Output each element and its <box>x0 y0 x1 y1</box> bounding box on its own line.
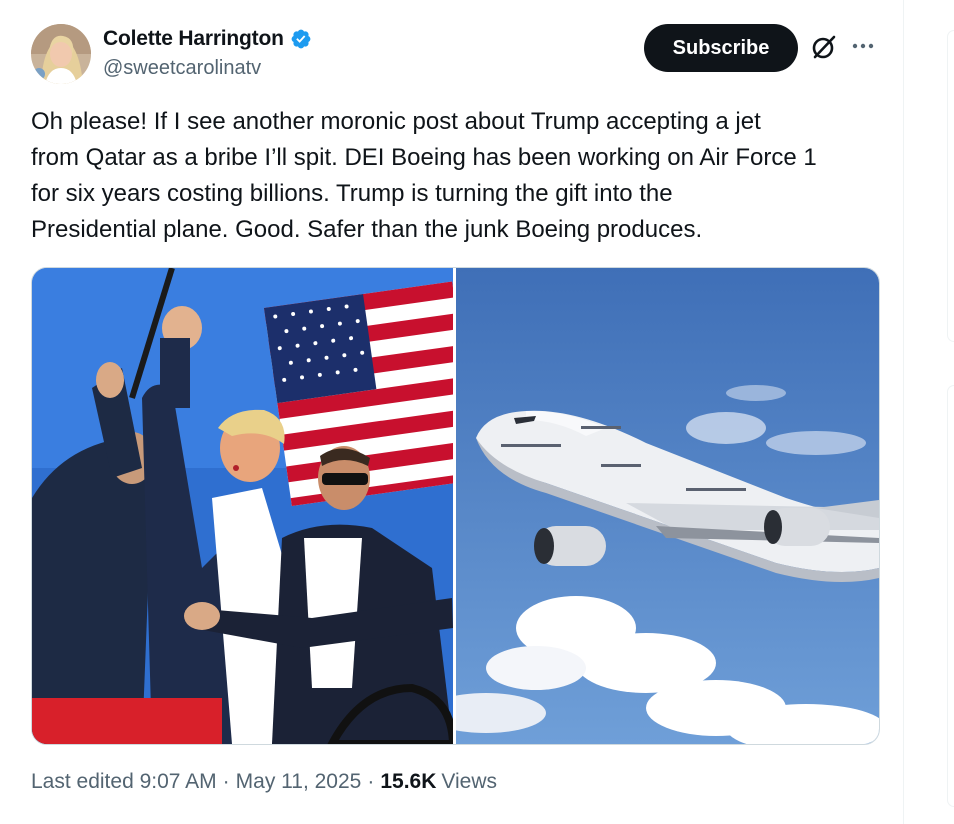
author-row: Colette Harrington <box>103 27 312 51</box>
post-card: Colette Harrington @sweetcarolinatv Subs… <box>0 0 904 824</box>
rally-photo[interactable] <box>32 268 453 744</box>
post-text: Oh please! If I see another moronic post… <box>31 104 891 248</box>
more-icon[interactable] <box>849 36 877 56</box>
edited-timestamp[interactable]: Last edited 9:07 AM <box>31 770 217 794</box>
verified-badge-icon <box>291 29 311 49</box>
sidebar-card-edge <box>947 30 954 342</box>
media-grid <box>31 267 880 745</box>
airplane-photo[interactable] <box>456 268 879 744</box>
author-handle[interactable]: @sweetcarolinatv <box>103 57 261 80</box>
post-date[interactable]: May 11, 2025 <box>236 770 362 794</box>
views-label: Views <box>441 770 498 793</box>
post-line: Oh please! If I see another moronic post… <box>31 108 761 135</box>
post-line: for six years costing billions. Trump is… <box>31 180 673 207</box>
subscribe-button[interactable]: Subscribe <box>644 24 798 72</box>
avatar[interactable] <box>31 24 91 84</box>
sidebar-card-edge <box>947 385 954 807</box>
author-name[interactable]: Colette Harrington <box>103 27 284 51</box>
post-line: Presidential plane. Good. Safer than the… <box>31 216 703 243</box>
grok-icon[interactable] <box>810 33 838 61</box>
meta-separator: · <box>222 770 230 793</box>
post-line: from Qatar as a bribe I’ll spit. DEI Boe… <box>31 144 817 171</box>
views-count[interactable]: 15.6K <box>380 770 436 794</box>
post-meta: Last edited 9:07 AM · May 11, 2025 · 15.… <box>31 770 497 794</box>
column-divider <box>903 0 904 824</box>
meta-separator: · <box>367 770 375 793</box>
